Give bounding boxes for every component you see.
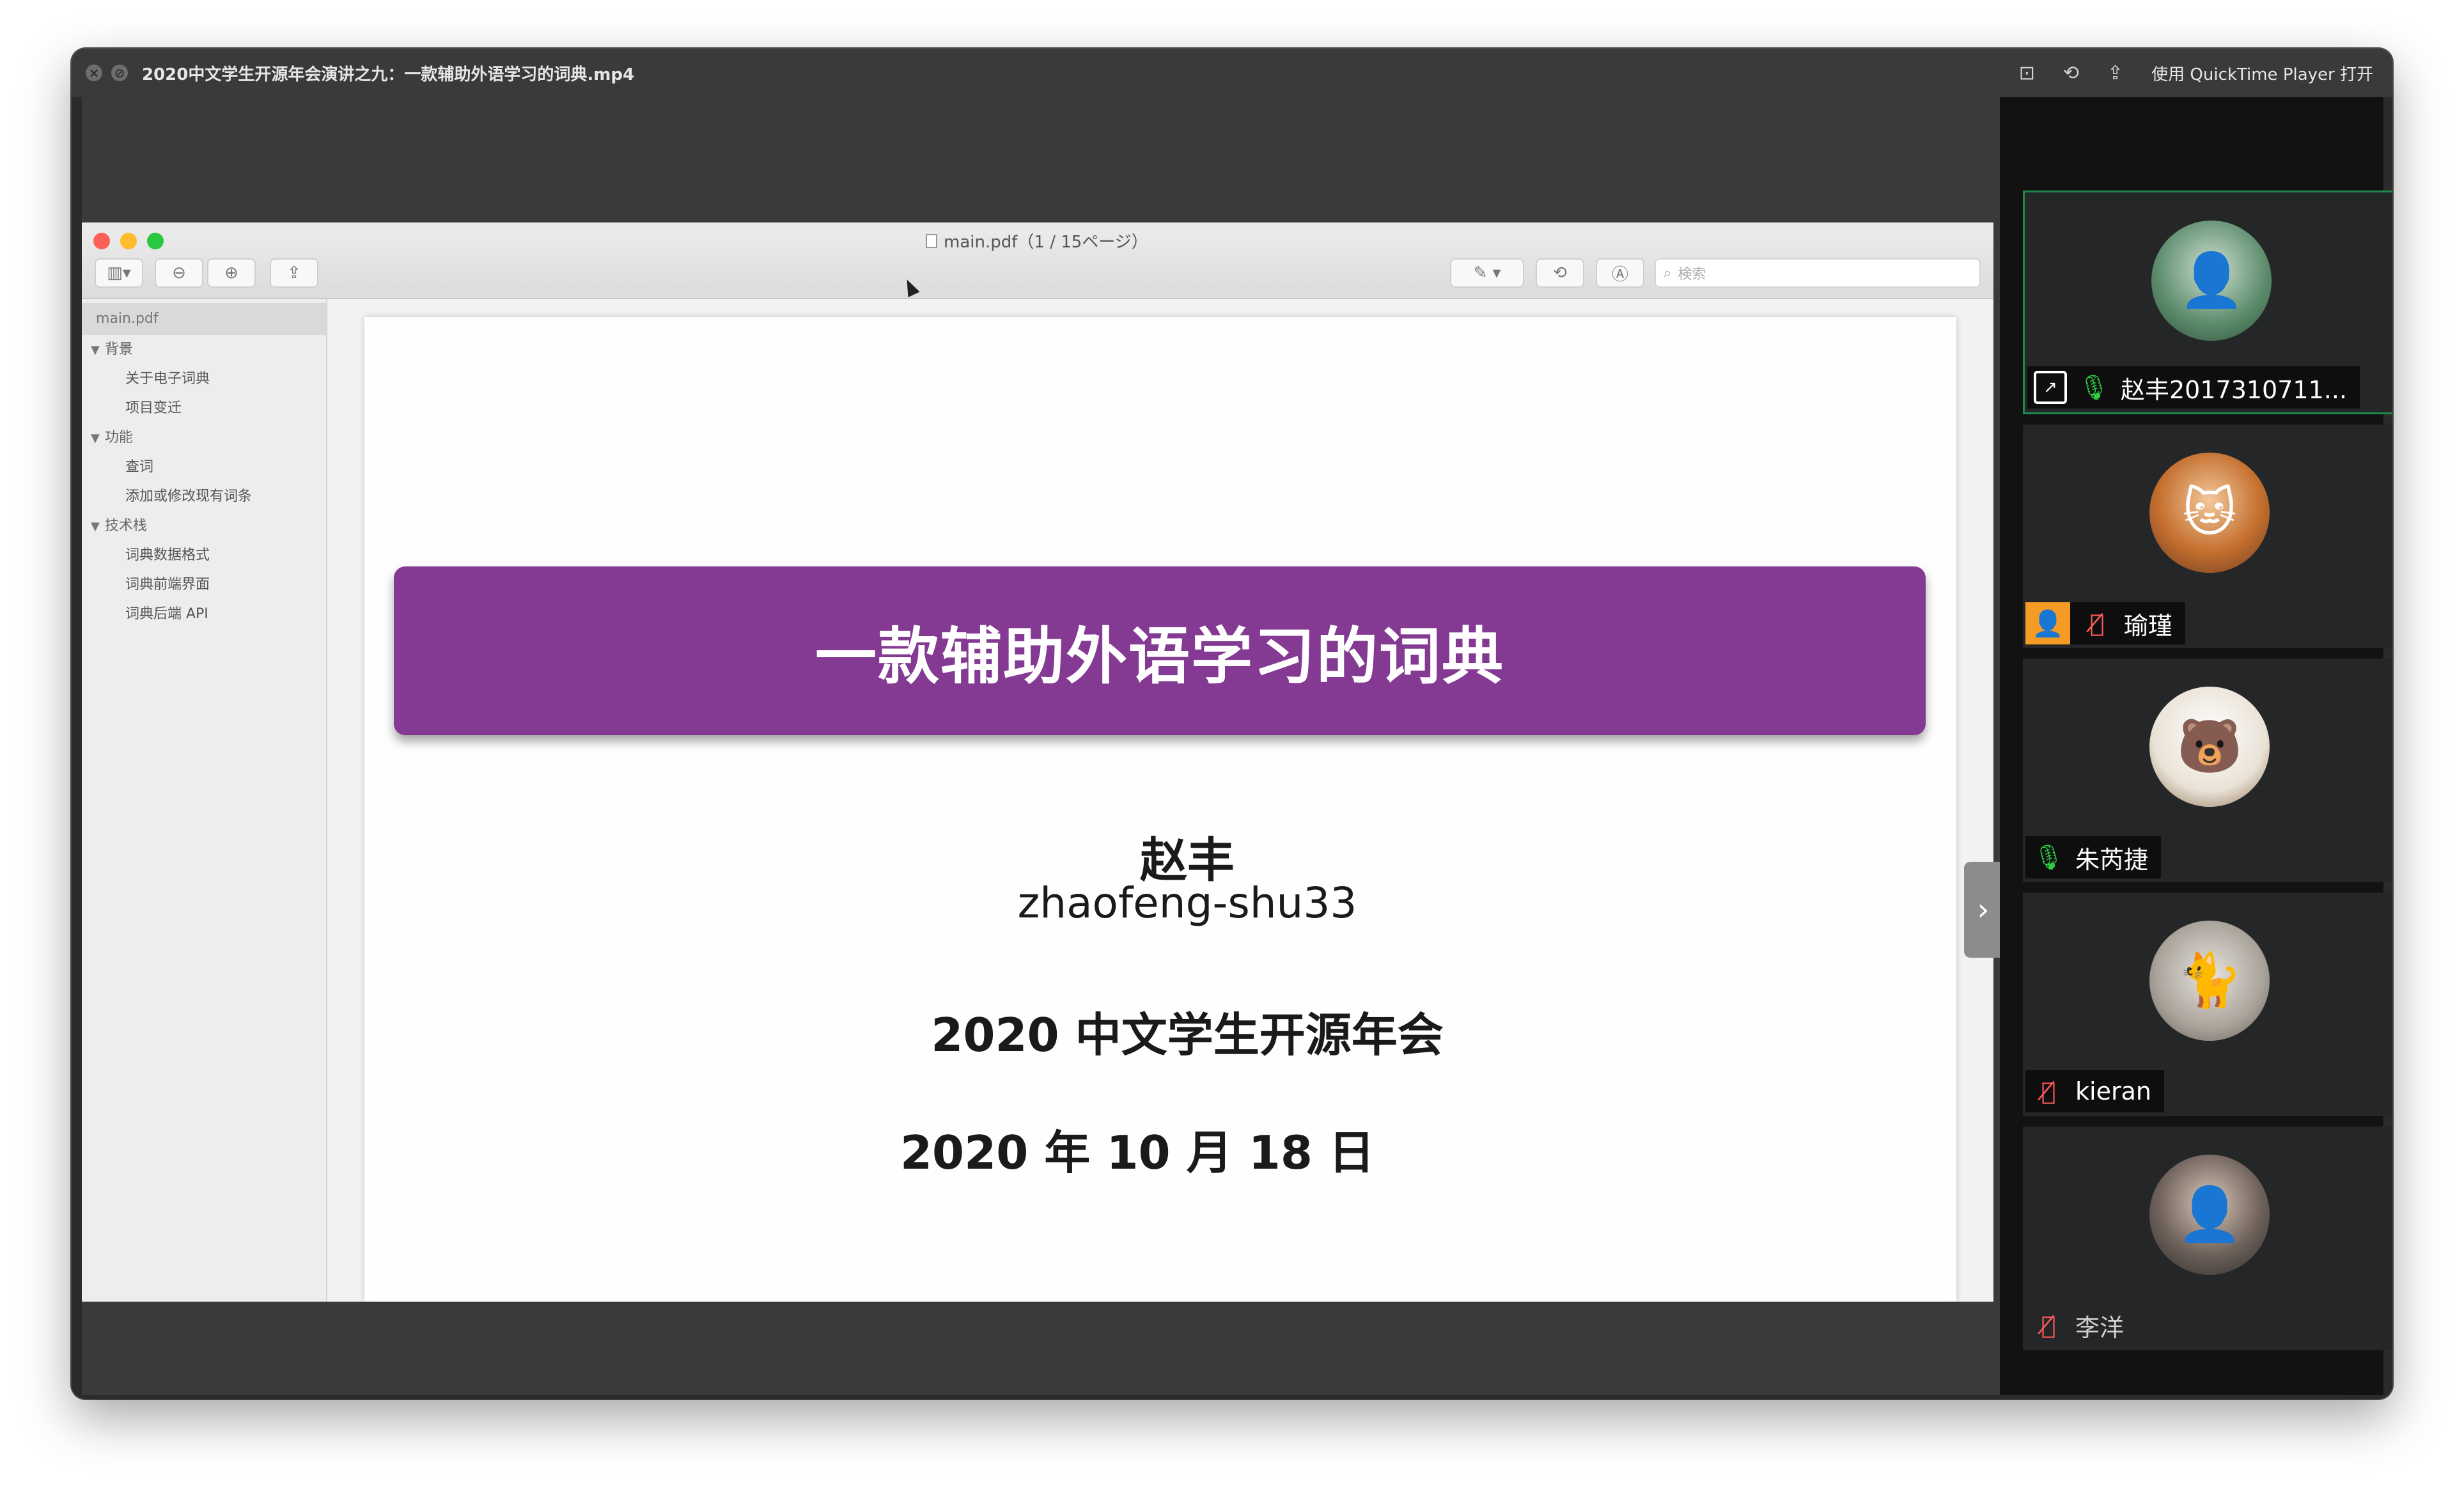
bear-avatar: 🐻: [2149, 687, 2270, 807]
sidebar-item[interactable]: 添加或修改现有词条: [82, 482, 326, 511]
participants-panel: 👤 ↗ 🎙 赵丰2017310711... 🐱 👤 🎙̸ 瑜瑾 🐻 🎙 朱芮捷 …: [2000, 97, 2392, 1395]
participant-nametag: ↗ 🎙 赵丰2017310711...: [2027, 366, 2360, 409]
sidebar-group-features[interactable]: ▼ 功能: [82, 423, 326, 453]
markup-toolbar-button[interactable]: Ⓐ: [1596, 258, 1644, 288]
sidebar-item[interactable]: 关于电子词典: [82, 364, 326, 394]
zoom-in-icon: ⊕: [224, 263, 238, 283]
zoom-in-button[interactable]: ⊕: [207, 258, 256, 288]
sidebar-toggle-button[interactable]: ▥▾: [95, 258, 143, 288]
participant-name: 赵丰2017310711...: [2121, 375, 2348, 404]
sidebar-item[interactable]: 词典后端 API: [82, 600, 326, 629]
share-icon[interactable]: ⇪: [2107, 62, 2123, 84]
pen-icon: ✎ ▾: [1473, 263, 1501, 283]
share-button[interactable]: ⇪: [270, 258, 318, 288]
rotate-icon: ⟲: [1553, 263, 1567, 283]
kitten-avatar: 🐈: [2149, 921, 2270, 1041]
zoom-out-icon: ⊖: [172, 263, 186, 283]
cat-photo-avatar: 🐱: [2149, 453, 2270, 573]
participant-tile[interactable]: 🐈 🎙̸ kieran: [2023, 892, 2392, 1116]
stop-icon[interactable]: ⊘: [111, 65, 128, 81]
disclosure-triangle-icon[interactable]: ▼: [91, 336, 100, 365]
screen-share-icon: ↗: [2034, 371, 2067, 404]
search-field[interactable]: ⌕ 検索: [1655, 258, 1981, 288]
close-icon[interactable]: ×: [86, 65, 102, 81]
host-user-icon: 👤: [2025, 602, 2070, 644]
participant-nametag: 🎙̸ 李洋: [2025, 1304, 2137, 1346]
participant-name: 瑜瑾: [2124, 611, 2173, 640]
disclosure-triangle-icon[interactable]: ▼: [91, 424, 100, 453]
preview-title-text: main.pdf（1 / 15ページ）: [944, 233, 1148, 252]
preview-window: main.pdf（1 / 15ページ） ▥▾ ⊖ ⊕ ⇪ ✎ ▾ ⟲ Ⓐ ⌕ 検…: [82, 222, 2002, 1302]
pdf-page: 一款辅助外语学习的词典 赵丰 zhaofeng-shu33 2020 中文学生开…: [364, 317, 1956, 1302]
microphone-muted-icon: 🎙̸: [2089, 609, 2105, 637]
open-with-quicktime-button[interactable]: 使用 QuickTime Player 打开: [2151, 61, 2373, 85]
pdf-document-icon: [926, 233, 937, 248]
sidebar-group-tech-stack[interactable]: ▼ 技术栈: [82, 511, 326, 541]
markup-icon: Ⓐ: [1611, 265, 1628, 284]
rotate-button[interactable]: ⟲: [1536, 258, 1584, 288]
trim-icon[interactable]: ⊡: [2019, 62, 2035, 84]
participant-nametag: 👤 🎙̸ 瑜瑾: [2025, 602, 2186, 644]
sidebar-group-label: 技术栈: [104, 518, 147, 534]
close-button[interactable]: [93, 233, 110, 249]
person-photo-avatar: 👤: [2151, 221, 2272, 341]
search-placeholder: 検索: [1678, 267, 1706, 283]
video-frame: main.pdf（1 / 15ページ） ▥▾ ⊖ ⊕ ⇪ ✎ ▾ ⟲ Ⓐ ⌕ 検…: [82, 97, 2392, 1395]
sidebar-item[interactable]: 词典前端界面: [82, 570, 326, 600]
slide-title: 一款辅助外语学习的词典: [394, 566, 1926, 735]
sidebar-file[interactable]: main.pdf: [82, 303, 326, 335]
sidebar-group-label: 功能: [104, 430, 133, 446]
microphone-muted-icon: 🎙̸: [2041, 1077, 2056, 1105]
participant-tile[interactable]: 🐻 🎙 朱芮捷: [2023, 658, 2392, 882]
markup-pen-button[interactable]: ✎ ▾: [1450, 258, 1524, 288]
minimize-button[interactable]: [120, 233, 137, 249]
disclosure-triangle-icon[interactable]: ▼: [91, 512, 100, 542]
window-title: 2020中文学生开源年会演讲之九：一款辅助外语学习的词典.mp4: [142, 65, 635, 84]
zoom-button[interactable]: [147, 233, 164, 249]
participant-nametag: 🎙 朱芮捷: [2025, 836, 2162, 878]
participant-nametag: 🎙̸ kieran: [2025, 1070, 2164, 1112]
titlebar-actions: ⊡ ⟲ ⇪ 使用 QuickTime Player 打开: [2019, 49, 2373, 97]
sidebar-group-background[interactable]: ▼ 背景: [82, 335, 326, 364]
sidebar-icon: ▥▾: [107, 263, 131, 283]
microphone-icon: 🎙: [2078, 373, 2110, 401]
slide-date: 2020 年 10 月 18 日: [900, 1126, 1375, 1180]
person-photo-avatar: 👤: [2149, 1155, 2270, 1275]
share-icon: ⇪: [287, 263, 301, 283]
sidebar-item[interactable]: 查词: [82, 453, 326, 482]
preview-titlebar: main.pdf（1 / 15ページ） ▥▾ ⊖ ⊕ ⇪ ✎ ▾ ⟲ Ⓐ ⌕ 検…: [82, 222, 1993, 299]
sidebar-item[interactable]: 词典数据格式: [82, 541, 326, 570]
rotate-icon[interactable]: ⟲: [2063, 62, 2079, 84]
search-icon: ⌕: [1664, 265, 1672, 281]
slide-conference: 2020 中文学生开源年会: [931, 1008, 1444, 1062]
participant-tile[interactable]: 👤 ↗ 🎙 赵丰2017310711...: [2023, 191, 2392, 414]
slide-handle: zhaofeng-shu33: [1017, 878, 1357, 928]
chevron-right-icon: ›: [1977, 892, 1990, 928]
participant-name: 李洋: [2075, 1313, 2125, 1342]
mouse-cursor-icon: [901, 276, 920, 298]
participant-tile[interactable]: 🐱 👤 🎙̸ 瑜瑾: [2023, 425, 2392, 648]
sidebar-group-label: 背景: [104, 341, 133, 357]
microphone-icon: 🎙: [2032, 843, 2064, 871]
participant-tile[interactable]: 👤 🎙̸ 李洋: [2023, 1126, 2392, 1350]
quicktime-window: × ⊘ 2020中文学生开源年会演讲之九：一款辅助外语学习的词典.mp4 ⊡ ⟲…: [72, 49, 2392, 1399]
preview-title: main.pdf（1 / 15ページ）: [926, 229, 1148, 253]
participant-name: 朱芮捷: [2075, 845, 2149, 874]
outline-sidebar: main.pdf ▼ 背景 关于电子词典 项目变迁 ▼ 功能 查词 添加或修改现有词…: [82, 299, 327, 1302]
zoom-out-button[interactable]: ⊖: [155, 258, 203, 288]
window-titlebar: × ⊘ 2020中文学生开源年会演讲之九：一款辅助外语学习的词典.mp4 ⊡ ⟲…: [72, 49, 2392, 97]
microphone-muted-icon: 🎙̸: [2041, 1311, 2056, 1339]
sidebar-item[interactable]: 项目变迁: [82, 394, 326, 423]
next-page-button[interactable]: ›: [1964, 862, 2002, 958]
participant-name: kieran: [2075, 1077, 2151, 1105]
